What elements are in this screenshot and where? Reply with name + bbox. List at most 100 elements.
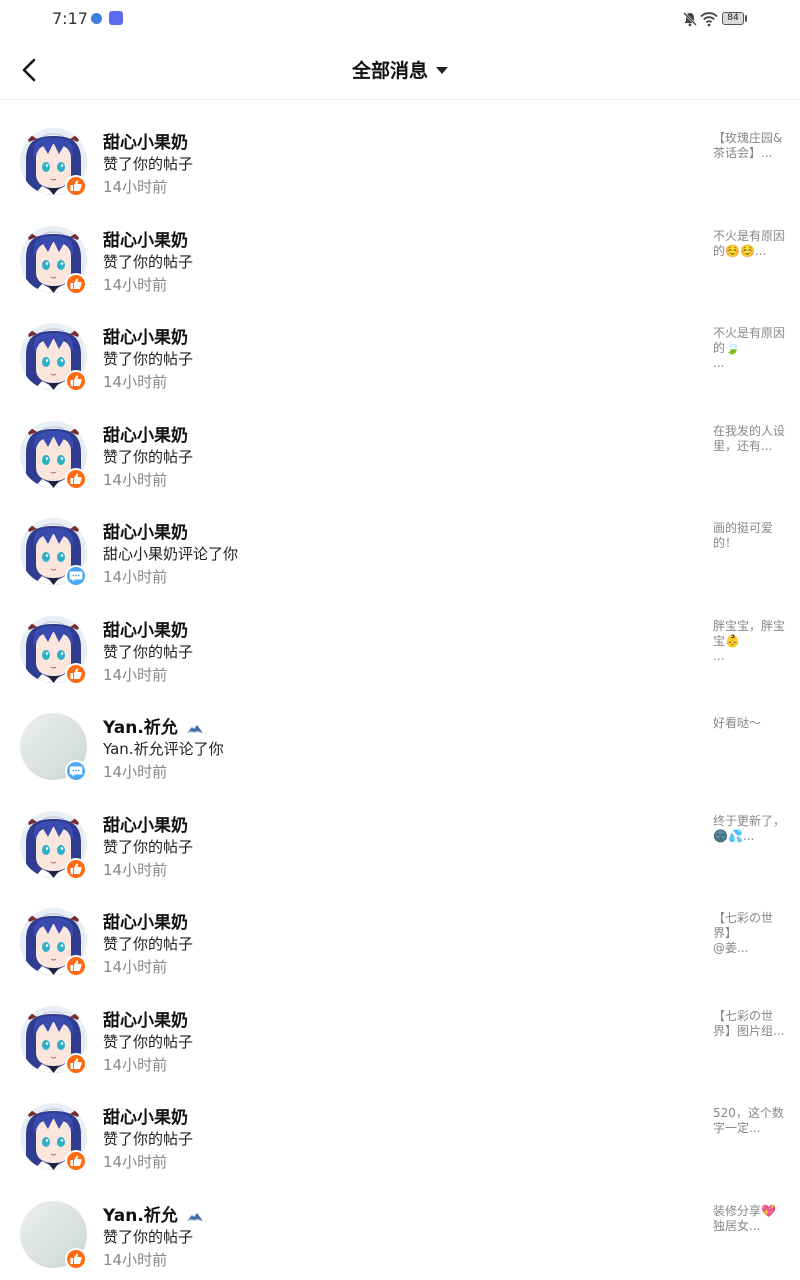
action-text: 赞了你的帖子 — [103, 1031, 193, 1052]
status-time: 7:17 — [52, 9, 88, 28]
battery-icon: 84 — [722, 12, 744, 25]
post-preview[interactable]: 在我发的人设里，还有... — [713, 424, 785, 454]
message-item[interactable]: 甜心小果奶 赞了你的帖子 14小时前 在我发的人设里，还有... — [0, 393, 800, 491]
user-name[interactable]: 甜心小果奶 — [103, 226, 188, 251]
post-preview[interactable]: 装修分享💖独居女... — [713, 1204, 785, 1234]
post-preview[interactable]: 520，这个数字一定... — [713, 1106, 785, 1136]
post-preview[interactable]: 【七彩の世界】 @姜... — [713, 911, 785, 956]
user-name[interactable]: 甜心小果奶 — [103, 323, 188, 348]
timestamp: 14小时前 — [103, 860, 168, 879]
message-item[interactable]: 甜心小果奶 赞了你的帖子 14小时前 【七彩の世界】图片组... — [0, 978, 800, 1076]
action-text-content: 赞了你的帖子 — [103, 1032, 194, 1051]
thumbs-up-icon — [65, 1052, 87, 1075]
battery-cap — [745, 15, 747, 22]
message-item[interactable]: 甜心小果奶赞了你的帖子 14小时前 520，这个数字一定... — [0, 1075, 800, 1173]
post-preview[interactable]: 不火是有原因的🍃 ... — [713, 326, 785, 371]
mountain-cloud-icon — [178, 1206, 204, 1226]
message-item[interactable]: 甜心小果奶 赞了你的帖子 14小时前 【玫瑰庄园&茶话会】... — [0, 100, 800, 198]
message-item[interactable]: Yan.祈允 赞了你的帖子 14小时前 装修分享💖独居女... — [0, 1173, 800, 1271]
post-preview[interactable]: 画的挺可爱的！ — [713, 521, 785, 551]
action-text-content: 赞了你的帖子 — [103, 642, 194, 661]
bell-muted-icon — [683, 12, 697, 27]
post-preview[interactable]: 【七彩の世界】图片组... — [713, 1009, 785, 1039]
timestamp: 14小时前 — [103, 665, 168, 684]
message-item[interactable]: 甜心小果奶 赞了你的帖子 14小时前 不火是有原因的☺️☺️... — [0, 198, 800, 296]
app-notification-icon — [91, 13, 102, 24]
action-text-content: 赞了你的帖子 — [103, 1130, 194, 1148]
post-preview[interactable]: 【玫瑰庄园&茶话会】... — [713, 131, 785, 161]
message-list: 甜心小果奶 赞了你的帖子 14小时前 【玫瑰庄园&茶话会】... 甜心小果奶 赞了你的帖… — [0, 100, 800, 1270]
comment-icon — [65, 760, 87, 782]
title-dropdown[interactable]: 全部消息 — [0, 56, 800, 83]
thumbs-up-icon — [65, 662, 87, 685]
message-item[interactable]: 甜心小果奶 赞了你的帖子 14小时前 胖宝宝，胖宝宝👶 ... — [0, 588, 800, 686]
action-text-content: Yan.祈允评论了你 — [103, 740, 224, 758]
user-name-text: 甜心小果奶 — [103, 328, 188, 348]
action-text: 甜心小果奶评论了你 — [103, 543, 238, 564]
app-notification-icon-2 — [109, 11, 123, 25]
page-title: 全部消息 — [351, 60, 428, 82]
timestamp: 14小时前 — [103, 470, 168, 489]
caret-down-icon — [436, 67, 448, 74]
user-name[interactable]: Yan.祈允 — [103, 713, 204, 738]
action-text: 赞了你的帖子 — [103, 446, 193, 467]
timestamp: 14小时前 — [103, 1153, 168, 1171]
message-item[interactable]: 甜心小果奶甜心小果奶评论了你 14小时前 画的挺可爱的！ — [0, 490, 800, 588]
user-name-text: Yan.祈允 — [103, 718, 178, 738]
user-name-text: 甜心小果奶 — [103, 815, 188, 836]
thumbs-up-icon — [65, 857, 87, 880]
user-name[interactable]: 甜心小果奶 — [103, 616, 188, 641]
action-text: 赞了你的帖子 — [103, 836, 193, 857]
user-name[interactable]: Yan.祈允 — [103, 1201, 204, 1226]
action-text: 赞了你的帖子 — [103, 348, 193, 369]
action-text-content: 赞了你的帖子 — [103, 935, 194, 953]
timestamp: 14小时前 — [103, 1250, 168, 1269]
user-name-text: 甜心小果奶 — [103, 620, 188, 641]
user-name[interactable]: 甜心小果奶 — [103, 518, 188, 543]
timestamp: 14小时前 — [103, 275, 168, 294]
timestamp: 14小时前 — [103, 1055, 168, 1074]
action-text: 赞了你的帖子 — [103, 1226, 193, 1247]
user-name[interactable]: 甜心小果奶 — [103, 811, 188, 836]
thumbs-up-icon — [65, 370, 87, 392]
action-text: 赞了你的帖子 — [103, 251, 193, 272]
user-name[interactable]: 甜心小果奶 — [103, 1006, 188, 1031]
user-name[interactable]: 甜心小果奶 — [103, 908, 188, 933]
timestamp: 14小时前 — [103, 958, 168, 976]
action-text: Yan.祈允评论了你 — [103, 738, 224, 759]
post-preview[interactable]: 胖宝宝，胖宝宝👶 ... — [713, 619, 785, 664]
thumbs-up-icon — [65, 1247, 87, 1270]
thumbs-up-icon — [65, 955, 87, 977]
post-preview[interactable]: 不火是有原因的☺️☺️... — [713, 229, 785, 259]
mountain-cloud-icon — [178, 718, 204, 738]
user-name[interactable]: 甜心小果奶 — [103, 128, 188, 153]
thumbs-up-icon — [65, 272, 87, 295]
action-text-content: 赞了你的帖子 — [103, 252, 194, 271]
post-preview[interactable]: 好看哒～ — [713, 716, 785, 731]
action-text-content: 甜心小果奶评论了你 — [103, 545, 239, 563]
user-name-text: 甜心小果奶 — [103, 133, 188, 153]
message-item[interactable]: Yan.祈允 Yan.祈允评论了你 14小时前 好看哒～ — [0, 685, 800, 783]
user-name-text: 甜心小果奶 — [103, 1010, 188, 1031]
user-name-text: Yan.祈允 — [103, 1205, 178, 1226]
user-name[interactable]: 甜心小果奶 — [103, 421, 188, 446]
thumbs-up-icon — [65, 175, 87, 197]
message-item[interactable]: 甜心小果奶赞了你的帖子 14小时前 【七彩の世界】 @姜... — [0, 880, 800, 978]
timestamp: 14小时前 — [103, 763, 168, 781]
action-text: 赞了你的帖子 — [103, 1128, 193, 1149]
user-name-text: 甜心小果奶 — [103, 523, 188, 543]
action-text: 赞了你的帖子 — [103, 641, 193, 662]
action-text-content: 赞了你的帖子 — [103, 447, 194, 466]
action-text-content: 赞了你的帖子 — [103, 155, 194, 173]
message-item[interactable]: 甜心小果奶 赞了你的帖子 14小时前 不火是有原因的🍃 ... — [0, 295, 800, 393]
user-name[interactable]: 甜心小果奶 — [103, 1103, 188, 1128]
post-preview[interactable]: 终于更新了，🌚💦... — [713, 814, 785, 844]
thumbs-up-icon — [65, 1150, 87, 1172]
wifi-icon — [700, 12, 718, 27]
timestamp: 14小时前 — [103, 568, 168, 586]
action-text: 赞了你的帖子 — [103, 153, 193, 174]
user-name-text: 甜心小果奶 — [103, 425, 188, 446]
message-item[interactable]: 甜心小果奶 赞了你的帖子 14小时前 终于更新了，🌚💦... — [0, 783, 800, 881]
thumbs-up-icon — [65, 467, 87, 490]
status-bar: 7:17 84 — [0, 0, 800, 40]
